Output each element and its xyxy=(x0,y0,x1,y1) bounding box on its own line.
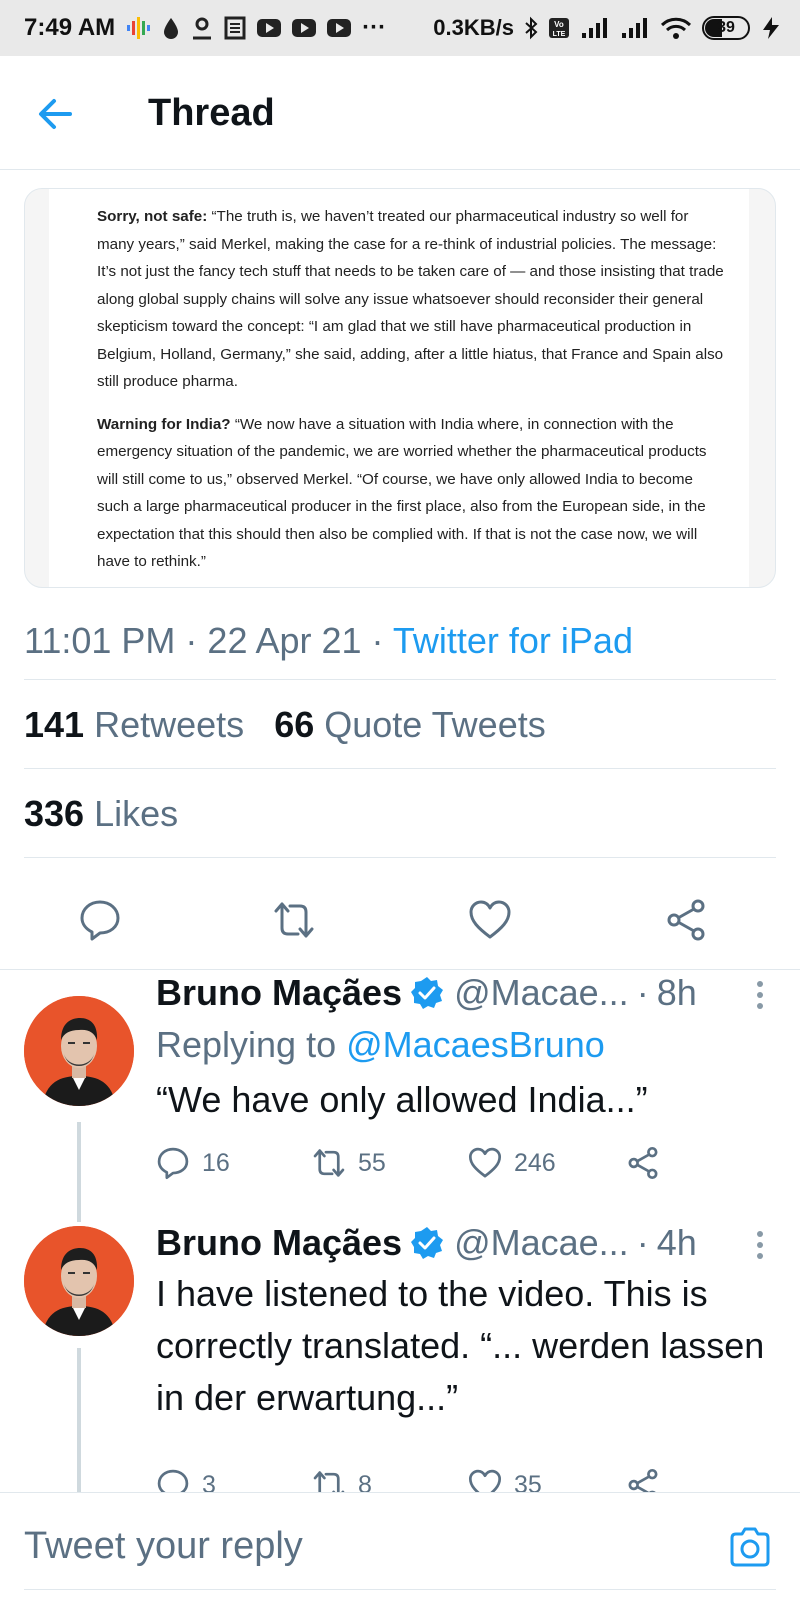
page-title: Thread xyxy=(148,92,275,134)
reply-composer: Tweet your reply xyxy=(0,1492,800,1600)
reply-text: “We have only allowed India...” xyxy=(156,1079,648,1120)
share-icon xyxy=(628,1146,658,1180)
more-options-icon[interactable] xyxy=(756,1230,764,1260)
share-icon xyxy=(628,1468,658,1492)
author-handle[interactable]: @Macae... xyxy=(454,972,629,1014)
divider xyxy=(24,768,776,769)
youtube-icon xyxy=(327,19,352,37)
bluetooth-icon xyxy=(525,16,538,40)
more-notifications-icon: ··· xyxy=(362,14,387,41)
divider xyxy=(24,857,776,858)
youtube-icon xyxy=(257,19,282,37)
quote-tweets-link[interactable]: 66 Quote Tweets xyxy=(274,704,546,745)
avatar[interactable] xyxy=(24,1226,134,1336)
share-button[interactable] xyxy=(626,1468,660,1492)
youtube-icon xyxy=(292,19,317,37)
battery-indicator: 39 xyxy=(702,16,750,40)
like-icon xyxy=(468,1147,502,1178)
retweet-stats: 141 Retweets 66 Quote Tweets xyxy=(24,704,546,746)
tweet-source-link[interactable]: Twitter for iPad xyxy=(393,620,633,661)
wifi-icon xyxy=(660,17,692,39)
retweet-icon xyxy=(313,1471,345,1492)
share-icon[interactable] xyxy=(664,898,708,942)
reply-count-button[interactable]: 16 xyxy=(156,1146,230,1180)
retweets-link[interactable]: 141 Retweets xyxy=(24,704,244,745)
article-paragraph: Warning for India? “We now have a situat… xyxy=(97,415,707,571)
reply-header: Bruno Maçães @Macae... · 4h xyxy=(156,1222,697,1264)
charging-icon xyxy=(763,17,779,39)
svg-text:LTE: LTE xyxy=(553,31,566,38)
tweet-image[interactable]: Sorry, not safe: “The truth is, we haven… xyxy=(24,188,776,588)
share-button[interactable] xyxy=(626,1146,660,1180)
verified-badge-icon xyxy=(411,1227,444,1259)
retweet-count-button[interactable]: 8 xyxy=(312,1468,372,1492)
mention-link[interactable]: @MacaesBruno xyxy=(346,1024,605,1065)
tweet-meta: 11:01 PM · 22 Apr 21 · Twitter for iPad xyxy=(24,620,633,661)
reply-icon[interactable] xyxy=(78,898,122,942)
replying-to: Replying to @MacaesBruno xyxy=(156,1024,605,1065)
likes-link[interactable]: 336 Likes xyxy=(24,793,178,834)
article-paragraph: Sorry, not safe: “The truth is, we haven… xyxy=(97,208,724,390)
article-excerpt: Sorry, not safe: “The truth is, we haven… xyxy=(49,189,749,587)
like-count-button[interactable]: 35 xyxy=(468,1468,542,1492)
reply-actions: 16 55 246 xyxy=(156,1146,776,1186)
volte-icon: Vo LTE xyxy=(549,18,569,38)
reply-time: 8h xyxy=(656,972,697,1013)
reply-time: 4h xyxy=(656,1222,697,1263)
thread-connector xyxy=(77,1122,81,1222)
reply-header: Bruno Maçães @Macae... · 8h xyxy=(156,972,697,1014)
thread-header: Thread xyxy=(0,56,800,170)
more-options-icon[interactable] xyxy=(756,980,764,1010)
podcast-icon xyxy=(127,17,151,39)
like-icon[interactable] xyxy=(468,898,512,942)
reply-tweet[interactable]: Bruno Maçães @Macae... · 8h Replying to … xyxy=(0,970,800,1222)
reply-icon xyxy=(157,1147,189,1180)
author-name[interactable]: Bruno Maçães xyxy=(156,1222,402,1264)
thread-connector xyxy=(77,1348,81,1492)
avatar-portrait xyxy=(24,996,134,1106)
avatar[interactable] xyxy=(24,996,134,1106)
signal-icon xyxy=(622,18,647,38)
back-arrow-icon[interactable] xyxy=(36,94,76,134)
signal-icon xyxy=(582,18,607,38)
avatar-portrait xyxy=(24,1226,134,1336)
svg-text:Vo: Vo xyxy=(554,20,564,29)
status-bar: 7:49 AM ··· 0.3KB/s Vo LTE 39 xyxy=(0,0,800,56)
status-time: 7:49 AM xyxy=(24,14,116,41)
retweet-icon[interactable] xyxy=(272,898,316,942)
reply-actions: 3 8 35 xyxy=(156,1468,776,1492)
tweet-time: 11:01 PM xyxy=(24,620,176,661)
retweet-icon xyxy=(313,1149,345,1177)
reply-tweet[interactable]: Bruno Maçães @Macae... · 4h I have liste… xyxy=(0,1222,800,1492)
like-count-button[interactable]: 246 xyxy=(468,1146,556,1180)
divider xyxy=(24,679,776,680)
news-icon xyxy=(224,16,246,40)
like-icon xyxy=(468,1469,502,1492)
network-speed: 0.3KB/s xyxy=(433,15,514,40)
likes-stats: 336 Likes xyxy=(24,793,178,835)
reply-icon xyxy=(157,1469,189,1492)
reply-count-button[interactable]: 3 xyxy=(156,1468,216,1492)
composer-underline xyxy=(24,1589,776,1590)
reply-input[interactable]: Tweet your reply xyxy=(24,1525,303,1568)
retweet-count-button[interactable]: 55 xyxy=(312,1146,386,1180)
camera-icon[interactable] xyxy=(728,1525,772,1569)
tweet-actions xyxy=(0,886,800,958)
author-handle[interactable]: @Macae... xyxy=(454,1222,629,1264)
notification-icons: ··· xyxy=(125,14,386,42)
verified-badge-icon xyxy=(411,977,444,1009)
reply-text: I have listened to the video. This is co… xyxy=(156,1273,765,1418)
drop-icon xyxy=(164,18,179,39)
tweet-date: 22 Apr 21 xyxy=(207,620,362,661)
author-name[interactable]: Bruno Maçães xyxy=(156,972,402,1014)
person-icon xyxy=(193,17,212,40)
